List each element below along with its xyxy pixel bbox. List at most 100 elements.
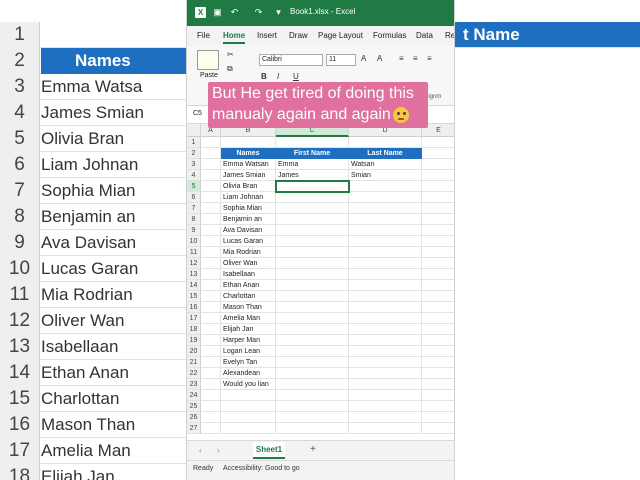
cell[interactable] [201, 247, 221, 258]
cell[interactable] [276, 247, 349, 258]
decrease-font-icon[interactable]: A [377, 54, 382, 63]
row-header[interactable]: 19 [187, 335, 201, 346]
cell[interactable] [201, 379, 221, 390]
cell[interactable] [276, 357, 349, 368]
scroll-sheets-left-icon[interactable]: ‹ [199, 446, 202, 455]
row-header[interactable]: 9 [187, 225, 201, 236]
cell[interactable] [201, 280, 221, 291]
cell[interactable] [349, 291, 422, 302]
cell[interactable] [422, 324, 454, 335]
cell[interactable] [349, 280, 422, 291]
row-header[interactable]: 8 [187, 214, 201, 225]
cell[interactable] [276, 313, 349, 324]
cell[interactable] [201, 225, 221, 236]
cell[interactable] [349, 401, 422, 412]
cell[interactable] [349, 423, 422, 434]
row-header[interactable]: 14 [187, 280, 201, 291]
row-header[interactable]: 2 [187, 148, 201, 159]
cell[interactable] [276, 390, 349, 401]
cell[interactable] [422, 335, 454, 346]
align-bottom-icon[interactable]: ≡ [427, 54, 432, 63]
cell[interactable] [349, 368, 422, 379]
cell[interactable] [201, 203, 221, 214]
cell[interactable] [349, 258, 422, 269]
cell[interactable] [422, 247, 454, 258]
sheet-tab-sheet1[interactable]: Sheet1 [253, 442, 285, 459]
cell[interactable]: Isabellaan [221, 269, 276, 280]
cell[interactable] [201, 236, 221, 247]
font-size-select[interactable]: 11 [326, 54, 356, 66]
row-header[interactable]: 17 [187, 313, 201, 324]
cell[interactable] [422, 269, 454, 280]
cell[interactable] [201, 412, 221, 423]
increase-font-icon[interactable]: A [361, 54, 366, 63]
row-header[interactable]: 5 [187, 181, 201, 192]
cell[interactable] [422, 390, 454, 401]
font-name-select[interactable]: Calibri [259, 54, 323, 66]
cell[interactable] [422, 181, 454, 192]
cell[interactable] [201, 159, 221, 170]
row-header[interactable]: 20 [187, 346, 201, 357]
cell[interactable]: Ava Davisan [221, 225, 276, 236]
undo-icon[interactable]: ↶ [229, 7, 240, 18]
cell[interactable] [349, 269, 422, 280]
cell[interactable]: Evelyn Tan [221, 357, 276, 368]
row-header[interactable]: 4 [187, 170, 201, 181]
add-sheet-icon[interactable]: + [310, 444, 316, 455]
cell[interactable] [221, 412, 276, 423]
cell[interactable] [349, 390, 422, 401]
cell[interactable]: Benjamin an [221, 214, 276, 225]
row-header[interactable]: 3 [187, 159, 201, 170]
cell[interactable] [349, 302, 422, 313]
active-cell-selection[interactable] [275, 180, 350, 193]
worksheet-grid[interactable]: A B C D E 1 2 Names First Name Last Name 3 Emm… [187, 124, 454, 440]
cell[interactable] [276, 302, 349, 313]
cell[interactable] [276, 192, 349, 203]
row-header[interactable]: 25 [187, 401, 201, 412]
row-header[interactable]: 21 [187, 357, 201, 368]
cell[interactable] [276, 401, 349, 412]
cell[interactable] [201, 368, 221, 379]
customize-qat-icon[interactable]: ▾ [273, 7, 284, 18]
cell[interactable] [422, 192, 454, 203]
tab-insert[interactable]: Insert [257, 31, 277, 40]
redo-icon[interactable]: ↷ [253, 7, 264, 18]
underline-icon[interactable]: U [293, 72, 299, 81]
tab-home[interactable]: Home [223, 31, 246, 44]
cell[interactable]: Elijah Jan [221, 324, 276, 335]
cell[interactable]: Logan Lean [221, 346, 276, 357]
copy-icon[interactable]: ⧉ [227, 64, 233, 74]
cell[interactable] [422, 302, 454, 313]
cell[interactable] [276, 324, 349, 335]
cell[interactable] [221, 401, 276, 412]
cell[interactable] [276, 291, 349, 302]
cell[interactable] [422, 379, 454, 390]
cell[interactable]: Olivia Bran [221, 181, 276, 192]
cell[interactable] [422, 170, 454, 181]
cell[interactable] [201, 346, 221, 357]
cell[interactable] [201, 423, 221, 434]
cell[interactable] [276, 379, 349, 390]
cut-icon[interactable]: ✂ [227, 50, 234, 59]
cell[interactable] [422, 291, 454, 302]
cell[interactable] [276, 236, 349, 247]
cell[interactable] [422, 368, 454, 379]
cell[interactable] [349, 236, 422, 247]
tab-file[interactable]: File [197, 31, 210, 40]
row-header[interactable]: 26 [187, 412, 201, 423]
cell[interactable] [201, 357, 221, 368]
cell[interactable] [349, 225, 422, 236]
row-header[interactable]: 23 [187, 379, 201, 390]
table-header-cell[interactable]: Names [221, 148, 276, 159]
cell[interactable] [349, 203, 422, 214]
row-header[interactable]: 18 [187, 324, 201, 335]
row-header[interactable]: 27 [187, 423, 201, 434]
cell[interactable] [349, 214, 422, 225]
cell[interactable] [276, 269, 349, 280]
cell[interactable] [201, 148, 221, 159]
row-header[interactable]: 22 [187, 368, 201, 379]
cell[interactable] [201, 192, 221, 203]
cell[interactable] [201, 269, 221, 280]
cell[interactable] [221, 423, 276, 434]
cell[interactable]: Sophia Mian [221, 203, 276, 214]
